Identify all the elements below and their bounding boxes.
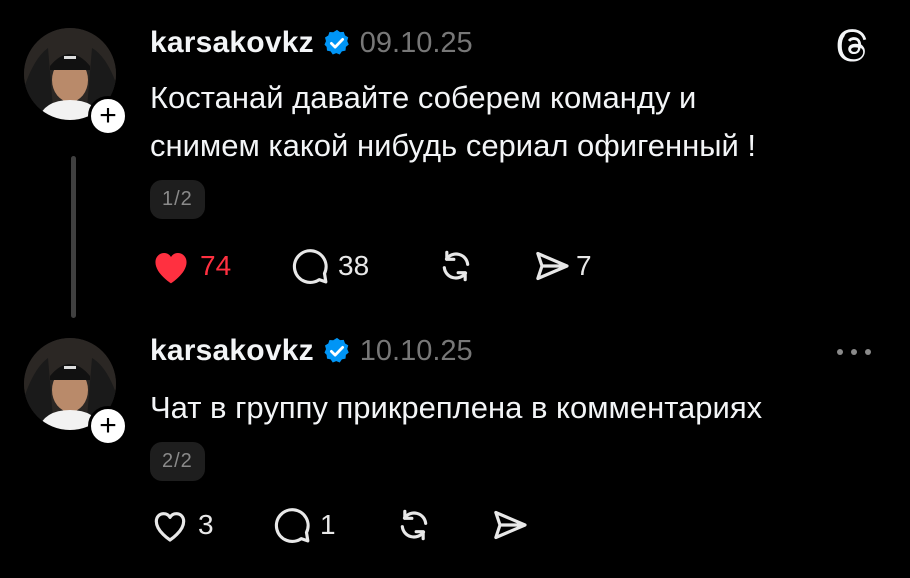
- username[interactable]: karsakovkz: [150, 334, 314, 368]
- threads-logo-icon[interactable]: [834, 26, 872, 66]
- post-2-text: Чат в группу прикреплена в комментариях: [150, 384, 762, 432]
- verified-badge-icon: [322, 28, 352, 58]
- share-button[interactable]: [490, 505, 530, 545]
- username[interactable]: karsakovkz: [150, 26, 314, 60]
- repost-icon: [394, 505, 490, 545]
- reply-count: 1: [320, 509, 336, 540]
- post-2-header: karsakovkz 10.10.25: [150, 334, 473, 368]
- post-2-actions: 3 1: [150, 505, 530, 545]
- like-button[interactable]: 74: [150, 247, 290, 285]
- reply-count: 38: [338, 250, 370, 281]
- post-1-header: karsakovkz 09.10.25: [150, 26, 473, 60]
- send-icon: [490, 505, 530, 545]
- thread-pager: 1/2: [150, 180, 205, 219]
- comment-icon: [290, 246, 330, 286]
- share-count: 7: [576, 250, 592, 281]
- post-date: 10.10.25: [359, 334, 473, 367]
- comment-icon: [272, 505, 312, 545]
- post-text-line: снимем какой нибудь сериал офигенный !: [150, 128, 757, 163]
- post-text-line: Чат в группу прикреплена в комментариях: [150, 390, 763, 425]
- heart-filled-icon: [150, 247, 192, 285]
- like-count: 3: [198, 509, 214, 540]
- send-icon: [532, 246, 572, 286]
- heart-outline-icon: [150, 506, 190, 544]
- repost-button[interactable]: [394, 505, 490, 545]
- post-1-actions: 74 38 7: [150, 246, 592, 286]
- follow-button[interactable]: +: [88, 406, 128, 446]
- repost-button[interactable]: [436, 246, 532, 286]
- post-date: 09.10.25: [359, 26, 473, 59]
- more-options-icon[interactable]: [834, 342, 874, 362]
- post-1-text: Костанай давайте соберем команду и сниме…: [150, 74, 756, 170]
- like-button[interactable]: 3: [150, 506, 272, 544]
- like-count: 74: [200, 250, 232, 281]
- reply-button[interactable]: 38: [290, 246, 436, 286]
- share-button[interactable]: 7: [532, 246, 592, 286]
- follow-button[interactable]: +: [88, 96, 128, 136]
- thread-connector-line: [71, 156, 76, 318]
- post-text-line: Костанай давайте соберем команду и: [150, 80, 697, 115]
- plus-icon: +: [99, 409, 117, 442]
- thread-pager: 2/2: [150, 442, 205, 481]
- plus-icon: +: [99, 99, 117, 132]
- reply-button[interactable]: 1: [272, 505, 394, 545]
- verified-badge-icon: [322, 336, 352, 366]
- repost-icon: [436, 246, 532, 286]
